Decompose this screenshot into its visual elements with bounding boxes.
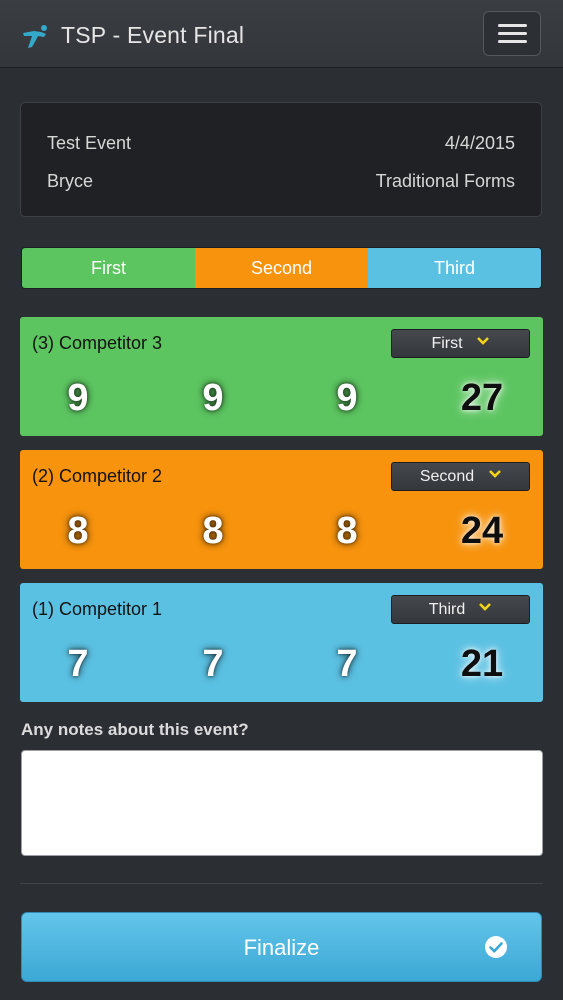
total-score: 21 <box>460 643 504 685</box>
navbar: TSP - Event Final <box>0 0 563 68</box>
competitor-name: (2) Competitor 2 <box>32 466 163 486</box>
menu-icon-bar <box>498 40 527 43</box>
judge-score: 8 <box>336 510 358 552</box>
place-select[interactable]: First <box>391 329 530 358</box>
divider <box>20 883 543 884</box>
tab-first[interactable]: First <box>22 248 195 288</box>
event-category: Traditional Forms <box>375 171 515 191</box>
place-select-value: Second <box>419 468 475 485</box>
martial-arts-kick-icon <box>23 25 47 48</box>
finalize-label: Finalize <box>243 935 320 960</box>
chevron-down-icon <box>479 603 491 611</box>
judge-score: 9 <box>67 377 89 419</box>
app-title: TSP - Event Final <box>61 22 245 48</box>
menu-icon-bar <box>498 24 527 27</box>
event-info-panel: Test Event 4/4/2015 Bryce Traditional Fo… <box>20 102 542 217</box>
judge-score: 7 <box>202 643 224 685</box>
judge-name: Bryce <box>47 171 94 191</box>
judge-score: 8 <box>202 510 224 552</box>
competitor-name: (1) Competitor 1 <box>32 599 163 619</box>
tab-second[interactable]: Second <box>195 248 368 288</box>
notes-input[interactable] <box>21 750 543 856</box>
menu-icon-bar <box>498 32 527 35</box>
menu-button[interactable] <box>483 11 541 56</box>
notes-label: Any notes about this event? <box>21 720 249 739</box>
place-select[interactable]: Third <box>391 595 530 624</box>
competitor-card: (3) Competitor 3 First 9 9 9 27 <box>20 317 543 436</box>
total-score: 27 <box>460 377 504 419</box>
finalize-button[interactable]: Finalize <box>21 912 542 982</box>
event-info-row: Test Event 4/4/2015 <box>47 132 515 154</box>
check-circle-icon <box>485 936 507 958</box>
event-name: Test Event <box>47 133 132 153</box>
judge-score: 9 <box>202 377 224 419</box>
place-select[interactable]: Second <box>391 462 530 491</box>
competitor-name: (3) Competitor 3 <box>32 333 163 353</box>
tab-third[interactable]: Third <box>368 248 541 288</box>
competitor-card: (2) Competitor 2 Second 8 8 8 24 <box>20 450 543 569</box>
judge-score: 9 <box>336 377 358 419</box>
judge-score: 7 <box>67 643 89 685</box>
judge-score: 7 <box>336 643 358 685</box>
chevron-down-icon <box>489 470 501 478</box>
event-date: 4/4/2015 <box>444 133 515 153</box>
chevron-down-icon <box>477 337 489 345</box>
judge-score: 8 <box>67 510 89 552</box>
place-tabs: First Second Third <box>21 247 542 289</box>
event-info-row: Bryce Traditional Forms <box>47 170 515 192</box>
competitor-card: (1) Competitor 1 Third 7 7 7 21 <box>20 583 543 702</box>
total-score: 24 <box>460 510 504 552</box>
